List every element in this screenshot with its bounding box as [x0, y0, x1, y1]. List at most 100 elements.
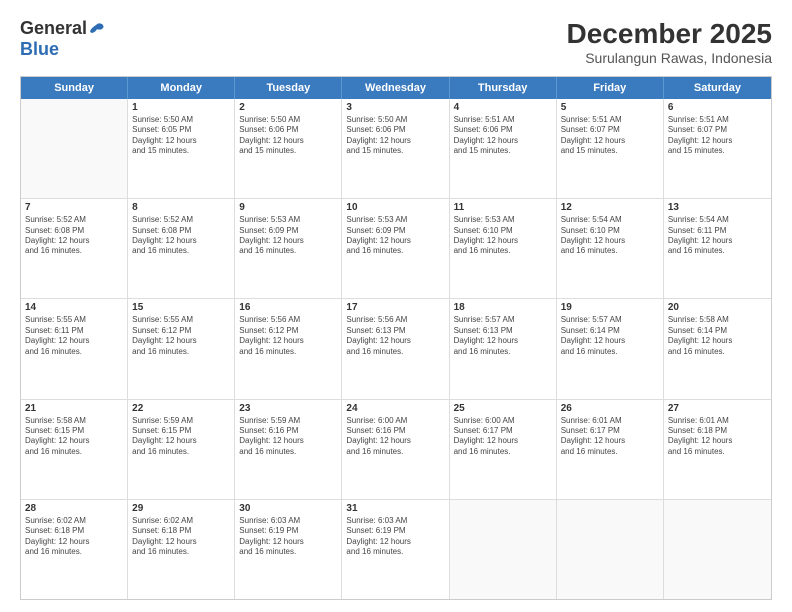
day-number: 9 [239, 202, 337, 213]
day-cell-30: 30 Sunrise: 6:03 AMSunset: 6:19 PMDayligh… [235, 500, 342, 599]
day-cell-17: 17Sunrise: 5:56 AMSunset: 6:13 PMDayligh… [342, 299, 449, 398]
day-cell-8: 8 Sunrise: 5:52 AMSunset: 6:08 PMDaylight… [128, 199, 235, 298]
cell-daylight-info: Sunrise: 5:55 AMSunset: 6:11 PMDaylight:… [25, 315, 123, 357]
day-number: 15 [132, 302, 230, 313]
page: General Blue December 2025 Surulangun Ra… [0, 0, 792, 612]
header-day-sunday: Sunday [21, 77, 128, 99]
empty-cell [664, 500, 771, 599]
day-number: 14 [25, 302, 123, 313]
cell-daylight-info: Sunrise: 5:59 AMSunset: 6:15 PMDaylight:… [132, 416, 230, 458]
day-cell-28: 28Sunrise: 6:02 AMSunset: 6:18 PMDayligh… [21, 500, 128, 599]
cell-daylight-info: Sunrise: 5:55 AMSunset: 6:12 PMDaylight:… [132, 315, 230, 357]
cell-daylight-info: Sunrise: 6:03 AMSunset: 6:19 PMDaylight:… [346, 516, 444, 558]
day-cell-9: 9 Sunrise: 5:53 AMSunset: 6:09 PMDaylight… [235, 199, 342, 298]
day-cell-21: 21 Sunrise: 5:58 AMSunset: 6:15 PMDayligh… [21, 400, 128, 499]
day-number: 19 [561, 302, 659, 313]
day-number: 23 [239, 403, 337, 414]
day-number: 21 [25, 403, 123, 414]
cell-daylight-info: Sunrise: 5:53 AMSunset: 6:09 PMDaylight:… [346, 215, 444, 257]
day-number: 24 [346, 403, 444, 414]
calendar-row-1: 7 Sunrise: 5:52 AMSunset: 6:08 PMDaylight… [21, 199, 771, 299]
cell-daylight-info: Sunrise: 5:50 AMSunset: 6:06 PMDaylight:… [239, 115, 337, 157]
header-day-saturday: Saturday [664, 77, 771, 99]
day-number: 18 [454, 302, 552, 313]
day-cell-18: 18 Sunrise: 5:57 AMSunset: 6:13 PMDayligh… [450, 299, 557, 398]
calendar-row-3: 21 Sunrise: 5:58 AMSunset: 6:15 PMDayligh… [21, 400, 771, 500]
cell-daylight-info: Sunrise: 5:52 AMSunset: 6:08 PMDaylight:… [25, 215, 123, 257]
calendar-header: SundayMondayTuesdayWednesdayThursdayFrid… [21, 77, 771, 99]
day-number: 12 [561, 202, 659, 213]
cell-daylight-info: Sunrise: 5:54 AMSunset: 6:11 PMDaylight:… [668, 215, 767, 257]
day-cell-1: 1Sunrise: 5:50 AMSunset: 6:05 PMDaylight… [128, 99, 235, 198]
header: General Blue December 2025 Surulangun Ra… [20, 18, 772, 66]
day-number: 30 [239, 503, 337, 514]
day-cell-27: 27 Sunrise: 6:01 AMSunset: 6:18 PMDayligh… [664, 400, 771, 499]
day-number: 31 [346, 503, 444, 514]
cell-daylight-info: Sunrise: 5:59 AMSunset: 6:16 PMDaylight:… [239, 416, 337, 458]
day-cell-13: 13 Sunrise: 5:54 AMSunset: 6:11 PMDayligh… [664, 199, 771, 298]
header-day-tuesday: Tuesday [235, 77, 342, 99]
cell-daylight-info: Sunrise: 6:00 AMSunset: 6:17 PMDaylight:… [454, 416, 552, 458]
title-block: December 2025 Surulangun Rawas, Indonesi… [567, 18, 772, 66]
cell-daylight-info: Sunrise: 5:52 AMSunset: 6:08 PMDaylight:… [132, 215, 230, 257]
day-cell-31: 31 Sunrise: 6:03 AMSunset: 6:19 PMDayligh… [342, 500, 449, 599]
day-number: 5 [561, 102, 659, 113]
day-cell-22: 22 Sunrise: 5:59 AMSunset: 6:15 PMDayligh… [128, 400, 235, 499]
day-number: 11 [454, 202, 552, 213]
day-number: 22 [132, 403, 230, 414]
day-cell-24: 24 Sunrise: 6:00 AMSunset: 6:16 PMDayligh… [342, 400, 449, 499]
day-number: 8 [132, 202, 230, 213]
logo-blue-text: Blue [20, 39, 59, 60]
cell-daylight-info: Sunrise: 5:58 AMSunset: 6:15 PMDaylight:… [25, 416, 123, 458]
cell-daylight-info: Sunrise: 5:51 AMSunset: 6:07 PMDaylight:… [561, 115, 659, 157]
day-number: 20 [668, 302, 767, 313]
cell-daylight-info: Sunrise: 5:57 AMSunset: 6:13 PMDaylight:… [454, 315, 552, 357]
cell-daylight-info: Sunrise: 6:01 AMSunset: 6:18 PMDaylight:… [668, 416, 767, 458]
day-cell-10: 10 Sunrise: 5:53 AMSunset: 6:09 PMDayligh… [342, 199, 449, 298]
cell-daylight-info: Sunrise: 5:50 AMSunset: 6:06 PMDaylight:… [346, 115, 444, 157]
day-cell-5: 5 Sunrise: 5:51 AMSunset: 6:07 PMDaylight… [557, 99, 664, 198]
day-cell-25: 25 Sunrise: 6:00 AMSunset: 6:17 PMDayligh… [450, 400, 557, 499]
empty-cell [557, 500, 664, 599]
calendar-row-2: 14 Sunrise: 5:55 AMSunset: 6:11 PMDayligh… [21, 299, 771, 399]
calendar-body: 1Sunrise: 5:50 AMSunset: 6:05 PMDaylight… [21, 99, 771, 599]
month-year-title: December 2025 [567, 18, 772, 50]
cell-daylight-info: Sunrise: 6:00 AMSunset: 6:16 PMDaylight:… [346, 416, 444, 458]
day-cell-3: 3 Sunrise: 5:50 AMSunset: 6:06 PMDaylight… [342, 99, 449, 198]
location-subtitle: Surulangun Rawas, Indonesia [567, 50, 772, 66]
day-cell-14: 14 Sunrise: 5:55 AMSunset: 6:11 PMDayligh… [21, 299, 128, 398]
day-cell-16: 16Sunrise: 5:56 AMSunset: 6:12 PMDayligh… [235, 299, 342, 398]
logo: General Blue [20, 18, 105, 60]
cell-daylight-info: Sunrise: 5:54 AMSunset: 6:10 PMDaylight:… [561, 215, 659, 257]
day-number: 2 [239, 102, 337, 113]
logo-bird-icon [89, 21, 105, 37]
day-number: 26 [561, 403, 659, 414]
cell-daylight-info: Sunrise: 5:53 AMSunset: 6:09 PMDaylight:… [239, 215, 337, 257]
cell-daylight-info: Sunrise: 6:03 AMSunset: 6:19 PMDaylight:… [239, 516, 337, 558]
calendar-row-0: 1Sunrise: 5:50 AMSunset: 6:05 PMDaylight… [21, 99, 771, 199]
day-number: 3 [346, 102, 444, 113]
day-number: 27 [668, 403, 767, 414]
header-day-thursday: Thursday [450, 77, 557, 99]
day-cell-23: 23 Sunrise: 5:59 AMSunset: 6:16 PMDayligh… [235, 400, 342, 499]
logo-general-text: General [20, 18, 87, 39]
day-cell-26: 26Sunrise: 6:01 AMSunset: 6:17 PMDayligh… [557, 400, 664, 499]
cell-daylight-info: Sunrise: 5:53 AMSunset: 6:10 PMDaylight:… [454, 215, 552, 257]
day-number: 10 [346, 202, 444, 213]
cell-daylight-info: Sunrise: 5:58 AMSunset: 6:14 PMDaylight:… [668, 315, 767, 357]
cell-daylight-info: Sunrise: 6:02 AMSunset: 6:18 PMDaylight:… [132, 516, 230, 558]
day-cell-11: 11 Sunrise: 5:53 AMSunset: 6:10 PMDayligh… [450, 199, 557, 298]
day-number: 6 [668, 102, 767, 113]
day-number: 7 [25, 202, 123, 213]
day-number: 25 [454, 403, 552, 414]
header-day-wednesday: Wednesday [342, 77, 449, 99]
calendar: SundayMondayTuesdayWednesdayThursdayFrid… [20, 76, 772, 600]
day-number: 28 [25, 503, 123, 514]
header-day-friday: Friday [557, 77, 664, 99]
cell-daylight-info: Sunrise: 5:57 AMSunset: 6:14 PMDaylight:… [561, 315, 659, 357]
day-number: 13 [668, 202, 767, 213]
cell-daylight-info: Sunrise: 5:56 AMSunset: 6:12 PMDaylight:… [239, 315, 337, 357]
day-cell-4: 4Sunrise: 5:51 AMSunset: 6:06 PMDaylight… [450, 99, 557, 198]
day-number: 29 [132, 503, 230, 514]
day-cell-20: 20 Sunrise: 5:58 AMSunset: 6:14 PMDayligh… [664, 299, 771, 398]
